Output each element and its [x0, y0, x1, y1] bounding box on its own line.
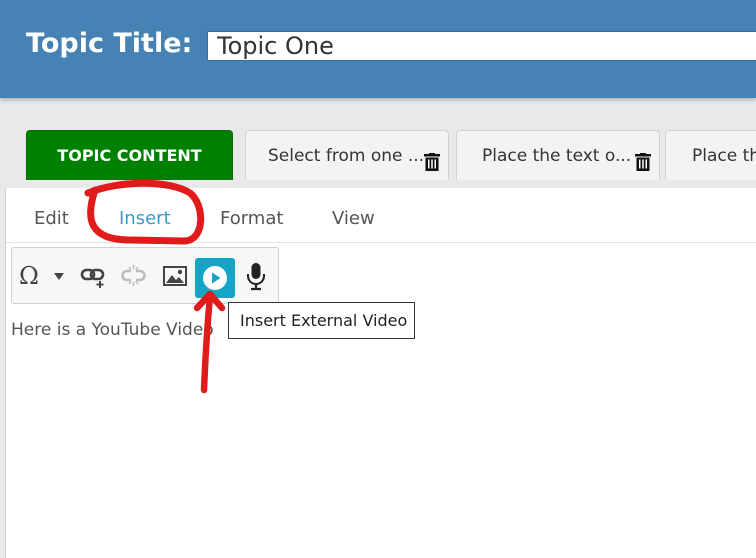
tab-place-th[interactable]: Place th: [665, 130, 756, 180]
topic-title-label: Topic Title:: [26, 28, 193, 59]
unlink-button[interactable]: [118, 260, 150, 292]
app-header: Topic Title:: [0, 0, 756, 98]
tab-topic-content[interactable]: TOPIC CONTENT: [26, 130, 233, 180]
editor-menubar: Edit Insert Format View: [6, 188, 756, 243]
menu-insert[interactable]: Insert: [119, 208, 171, 229]
tab-select-from-one[interactable]: Select from one ...: [245, 130, 449, 180]
menu-edit[interactable]: Edit: [34, 208, 69, 229]
editor-content[interactable]: Here is a YouTube Video: [11, 320, 214, 340]
microphone-icon: [247, 263, 265, 291]
insert-image-button[interactable]: [159, 260, 191, 292]
insert-audio-button[interactable]: [240, 260, 272, 292]
unlink-icon: [121, 265, 146, 286]
insert-link-icon: [80, 268, 105, 288]
omega-icon: Ω: [19, 262, 64, 290]
image-icon: [163, 266, 187, 286]
tab-label: Select from one ...: [268, 145, 425, 166]
insert-toolbar: Ω: [11, 247, 279, 304]
insert-external-video-button[interactable]: [195, 258, 235, 298]
tab-label: Place the text o...: [482, 145, 632, 166]
dropdown-arrow-icon: [54, 273, 64, 280]
tooltip-insert-external-video: Insert External Video: [228, 302, 415, 339]
special-character-button[interactable]: Ω: [17, 260, 67, 292]
topic-title-input[interactable]: [207, 31, 756, 61]
tab-label: TOPIC CONTENT: [57, 146, 202, 165]
svg-text:Ω: Ω: [19, 262, 39, 290]
trash-icon[interactable]: [424, 153, 440, 171]
play-video-icon: [203, 266, 227, 290]
trash-icon[interactable]: [635, 153, 651, 171]
editor-panel: Edit Insert Format View Ω Here is a YouT…: [5, 188, 756, 558]
insert-link-button[interactable]: [78, 260, 110, 292]
menu-view[interactable]: View: [332, 208, 375, 229]
tab-label: Place th: [692, 145, 756, 166]
tab-place-the-text[interactable]: Place the text o...: [456, 130, 660, 180]
menu-format[interactable]: Format: [220, 208, 283, 229]
